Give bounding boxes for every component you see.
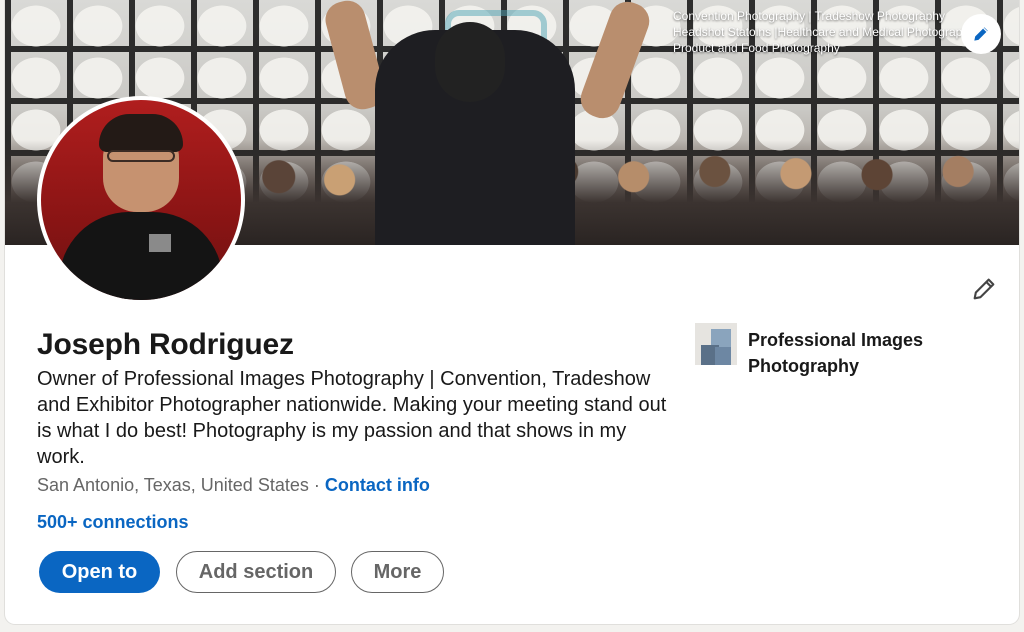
avatar-shirt	[59, 212, 223, 300]
profile-card: Convention Photography | Tradeshow Photo…	[5, 0, 1019, 624]
edit-intro-button[interactable]	[967, 272, 1001, 306]
company-logo-block	[715, 347, 731, 365]
pencil-icon	[973, 278, 995, 300]
pencil-icon	[974, 27, 988, 41]
company-logo	[695, 323, 737, 365]
open-to-button[interactable]: Open to	[39, 551, 160, 593]
location-row: San Antonio, Texas, United States · Cont…	[37, 475, 430, 496]
separator-dot: ·	[313, 475, 320, 495]
banner-photographer-head	[435, 22, 505, 102]
add-section-button[interactable]: Add section	[176, 551, 336, 593]
banner-caption-line: Convention Photography | Tradeshow Photo…	[673, 9, 945, 23]
company-name: Professional Images Photography	[748, 330, 924, 376]
contact-info-link[interactable]: Contact info	[325, 475, 430, 495]
avatar-hair	[99, 114, 183, 152]
profile-headline: Owner of Professional Images Photography…	[37, 368, 667, 468]
avatar	[41, 100, 241, 300]
connections-link[interactable]: 500+ connections	[37, 512, 189, 533]
profile-photo[interactable]	[37, 96, 245, 304]
avatar-glasses	[107, 150, 175, 162]
banner-caption: Convention Photography | Tradeshow Photo…	[673, 8, 975, 56]
current-company[interactable]: Professional Images Photography	[695, 323, 948, 379]
profile-name: Joseph Rodriguez	[37, 328, 294, 361]
banner-caption-line: Product and Food Photography	[673, 41, 840, 55]
edit-banner-button[interactable]	[961, 14, 1001, 54]
more-button[interactable]: More	[351, 551, 444, 593]
avatar-shirt-logo	[149, 234, 171, 252]
banner-caption-line: Headshot Statoins |Healthcare and Medica…	[673, 25, 975, 39]
location-text: San Antonio, Texas, United States	[37, 475, 309, 495]
